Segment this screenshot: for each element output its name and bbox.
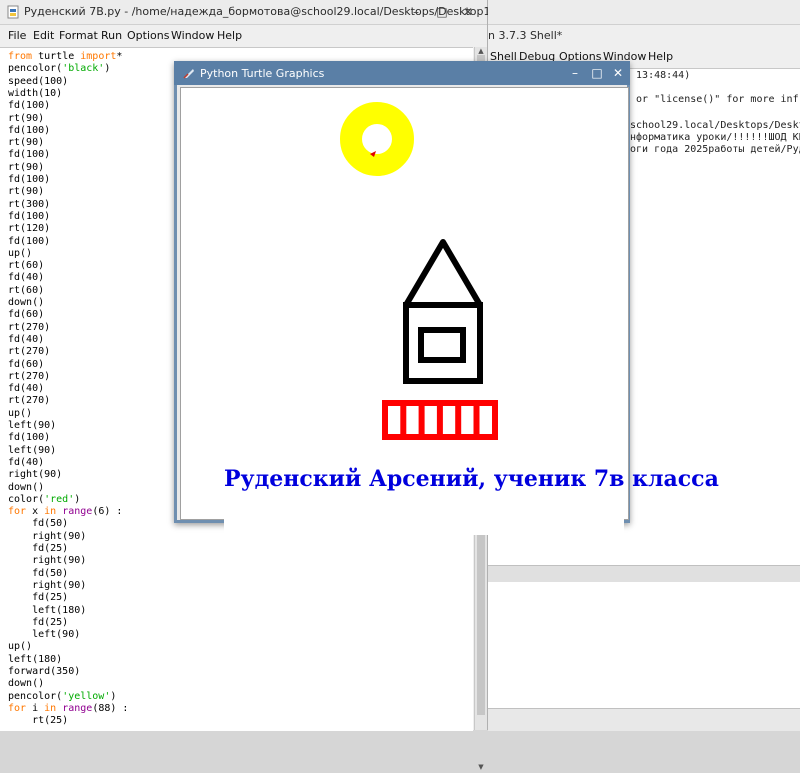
code-line: forward(350) [8, 666, 81, 677]
close-icon[interactable]: ✕ [460, 4, 476, 20]
code-line: up() [8, 641, 33, 653]
shell-lower-pane [488, 582, 800, 708]
code-line: color('red') [8, 493, 81, 505]
menu-window[interactable]: Window [171, 29, 214, 42]
menu-run[interactable]: Run [101, 29, 122, 42]
code-line: down() [8, 678, 45, 690]
code-line: rt(60) [8, 284, 45, 296]
code-line: fd(100) [8, 235, 51, 247]
shell-title: n 3.7.3 Shell* [488, 29, 563, 42]
code-line: fd(100) [8, 124, 51, 136]
shell-line: @school29.local/Desktops/Deskt [624, 120, 800, 131]
code-line: fd(100) [8, 100, 51, 112]
shell-line: тоги года 2025работы детей/Руд [624, 144, 800, 155]
code-line: fd(60) [8, 309, 45, 321]
code-line: down() [8, 297, 45, 308]
code-line: left(90) [8, 444, 57, 456]
code-line: rt(300) [8, 198, 51, 210]
code-line: rt(270) [8, 370, 51, 382]
code-line: fd(100) [8, 210, 51, 222]
turtle-canvas[interactable] [180, 87, 629, 520]
code-line: pencolor('yellow') [8, 690, 117, 702]
menu-format[interactable]: Format [59, 29, 98, 42]
maximize-icon[interactable]: □ [434, 4, 450, 20]
menu-help[interactable]: Help [217, 29, 242, 42]
code-line: fd(50) [8, 518, 69, 530]
code-line: fd(40) [8, 456, 45, 468]
code-line: rt(270) [8, 346, 51, 358]
code-line: up() [8, 247, 33, 259]
code-line: rt(90) [8, 186, 45, 198]
house-roof [403, 239, 483, 308]
code-line: right(90) [8, 469, 63, 481]
code-line: right(90) [8, 530, 87, 542]
code-line: left(90) [8, 629, 81, 641]
code-line: from turtle import* [8, 51, 123, 62]
turtle-drawing [340, 102, 498, 440]
editor-menubar: File Edit Format Run Options Window Help [0, 25, 487, 47]
code-line: rt(120) [8, 223, 51, 235]
code-line: fd(40) [8, 272, 45, 284]
code-line: fd(25) [8, 616, 69, 628]
turtle-window-title: Python Turtle Graphics [200, 67, 325, 80]
shell-line: Информатика уроки/!!!!!!ШОД КВ [624, 132, 800, 143]
python-file-icon [7, 5, 19, 19]
code-line: fd(100) [8, 174, 51, 185]
minimize-icon[interactable]: – [567, 65, 583, 81]
maximize-icon[interactable]: □ [589, 65, 605, 81]
minimize-icon[interactable]: – [408, 4, 424, 20]
code-line: width(10) [8, 87, 63, 99]
code-line: rt(25) [8, 715, 69, 727]
close-icon[interactable]: ✕ [610, 65, 626, 81]
canvas-frame [177, 85, 629, 520]
code-line: rt(60) [8, 260, 45, 272]
code-line: fd(40) [8, 333, 45, 345]
code-line: rt(270) [8, 321, 51, 333]
house-window [418, 327, 466, 363]
code-line: pencolor('black') [8, 63, 111, 75]
pane-divider[interactable] [488, 565, 800, 583]
code-line: fd(40) [8, 383, 45, 395]
menu-file[interactable]: File [8, 29, 26, 42]
code-line: fd(100) [8, 149, 51, 161]
shell-titlebar[interactable] [488, 0, 800, 25]
code-line: left(180) [8, 604, 87, 616]
code-line: rt(90) [8, 112, 45, 124]
code-line: right(90) [8, 579, 87, 591]
scroll-up-icon[interactable]: ▲ [475, 47, 487, 55]
caption-text: Руденский Арсений, ученик 7в класса [224, 466, 719, 492]
code-line: rt(270) [8, 395, 51, 407]
code-line: fd(100) [8, 432, 51, 444]
status-bar [488, 708, 800, 731]
code-line: for x in range(6) : [8, 506, 123, 518]
code-line: rt(90) [8, 137, 45, 149]
code-line: left(90) [8, 420, 57, 431]
menu-help[interactable]: Help [648, 50, 673, 63]
code-line: up() [8, 407, 33, 419]
turtle-titlebar[interactable]: Python Turtle Graphics – □ ✕ [174, 61, 630, 85]
code-line: for i in range(88) : [8, 702, 129, 714]
code-line: right(90) [8, 555, 87, 567]
turtle-window: Python Turtle Graphics – □ ✕ [174, 61, 630, 523]
code-line: fd(50) [8, 567, 69, 579]
sun-hole [369, 131, 385, 147]
code-line: fd(25) [8, 592, 69, 604]
scroll-down-icon[interactable]: ▼ [475, 763, 487, 773]
house-wall [403, 302, 483, 384]
code-line: rt(90) [8, 161, 45, 173]
code-line: fd(25) [8, 543, 69, 554]
code-line: fd(60) [8, 358, 45, 370]
shell-line: " or "license()" for more inf [624, 94, 799, 105]
shell-line: , 13:48:44) [624, 70, 691, 81]
menu-options[interactable]: Options [127, 29, 169, 42]
code-line: left(180) [8, 653, 63, 665]
feather-icon [183, 69, 194, 79]
code-line: speed(100) [8, 75, 69, 87]
code-line: down() [8, 481, 45, 493]
menu-edit[interactable]: Edit [33, 29, 54, 42]
